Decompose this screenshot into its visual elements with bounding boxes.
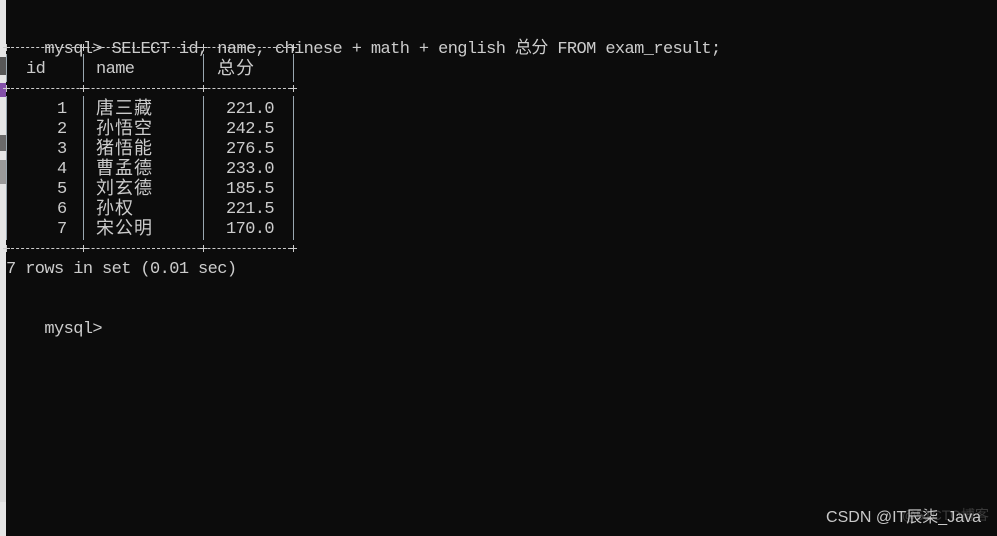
table-header-separator (6, 88, 296, 90)
watermark: CSDN @IT辰柒_Java (826, 509, 981, 526)
table-column-divider (83, 54, 84, 82)
table-corner (3, 85, 10, 92)
row-id: 6 (57, 200, 67, 219)
column-header-name: name (96, 60, 135, 79)
table-corner (80, 85, 87, 92)
row-total: 221.5 (226, 200, 275, 219)
row-name: 刘玄德 (96, 178, 153, 199)
row-id: 7 (57, 220, 67, 239)
table-column-divider (293, 54, 294, 82)
table-corner (200, 44, 207, 51)
table-column-divider (293, 96, 294, 240)
row-total: 233.0 (226, 160, 275, 179)
row-id: 2 (57, 120, 67, 139)
column-header-total: 总分 (217, 58, 255, 79)
row-name: 宋公明 (96, 218, 153, 239)
row-total: 221.0 (226, 100, 275, 119)
table-bottom-border (6, 248, 296, 250)
table-corner (200, 245, 207, 252)
table-top-border (6, 47, 296, 49)
command-line: mysql> SELECT id, name, chinese + math +… (6, 20, 721, 59)
table-column-divider (83, 96, 84, 240)
row-total: 276.5 (226, 140, 275, 159)
table-column-divider (6, 96, 7, 240)
row-name: 猪悟能 (96, 138, 153, 159)
row-id: 3 (57, 140, 67, 159)
sql-command: SELECT id, name, chinese + math + englis… (102, 40, 722, 59)
row-total: 242.5 (226, 120, 275, 139)
table-corner (80, 44, 87, 51)
table-corner (290, 85, 297, 92)
table-corner (3, 44, 10, 51)
row-name: 孙权 (96, 198, 134, 219)
terminal-window[interactable]: mysql> SELECT id, name, chinese + math +… (3, 0, 997, 536)
row-name: 唐三藏 (96, 98, 153, 119)
row-name: 孙悟空 (96, 118, 153, 139)
row-name: 曹孟德 (96, 158, 153, 179)
next-prompt[interactable]: mysql> (6, 300, 102, 339)
row-id: 5 (57, 180, 67, 199)
table-column-divider (6, 54, 7, 82)
table-corner (290, 44, 297, 51)
column-header-id: id (26, 60, 46, 79)
row-id: 4 (57, 160, 67, 179)
row-total: 170.0 (226, 220, 275, 239)
table-column-divider (203, 54, 204, 82)
mysql-prompt: mysql> (44, 320, 103, 339)
result-summary: 7 rows in set (0.01 sec) (6, 260, 237, 279)
table-column-divider (203, 96, 204, 240)
row-id: 1 (57, 100, 67, 119)
mysql-prompt: mysql> (44, 40, 103, 59)
table-corner (290, 245, 297, 252)
table-corner (3, 245, 10, 252)
table-corner (200, 85, 207, 92)
row-total: 185.5 (226, 180, 275, 199)
table-corner (80, 245, 87, 252)
